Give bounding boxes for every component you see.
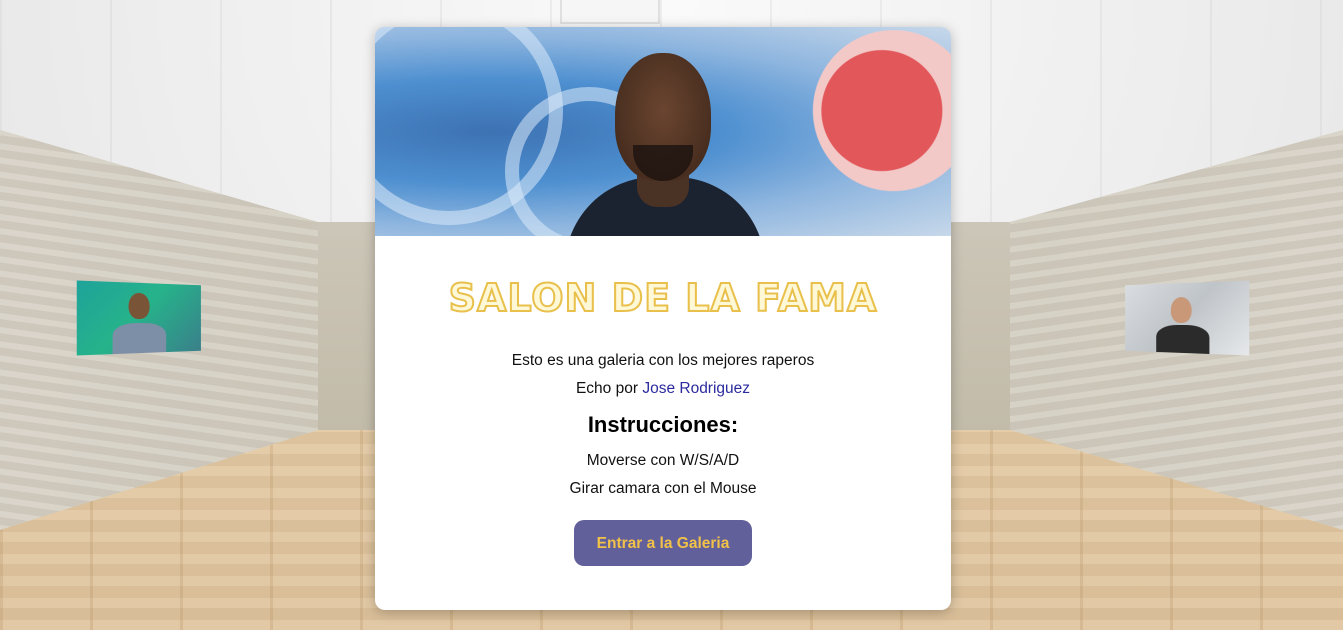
- rapper-painting-left: [76, 280, 201, 356]
- gallery-title: SALON DE LA FAMA: [448, 275, 878, 321]
- credit-line: Echo por Jose Rodriguez: [375, 380, 951, 398]
- painting-figure: [128, 292, 150, 320]
- instruction-move: Moverse con W/S/A/D: [586, 452, 740, 469]
- credit-prefix: Echo por: [575, 380, 639, 397]
- ceiling-light: [560, 0, 660, 24]
- gallery-3d-scene[interactable]: SALON DE LA FAMA Esto es una galeria con…: [0, 0, 1343, 630]
- gallery-description: Esto es una galeria con los mejores rape…: [511, 352, 815, 369]
- painting-figure-body: [1156, 324, 1210, 356]
- painting-figure: [1170, 296, 1192, 324]
- welcome-modal: SALON DE LA FAMA Esto es una galeria con…: [375, 27, 951, 610]
- banner-image: [375, 27, 951, 236]
- rapper-painting-right: [1125, 280, 1250, 356]
- author-link[interactable]: Jose Rodriguez: [642, 380, 750, 397]
- modal-body: SALON DE LA FAMA Esto es una galeria con…: [375, 236, 951, 566]
- enter-gallery-button[interactable]: Entrar a la Galeria: [574, 520, 752, 566]
- instruction-camera: Girar camara con el Mouse: [569, 480, 757, 497]
- painting-figure-body: [112, 322, 167, 355]
- instructions-heading: Instrucciones:: [587, 412, 739, 437]
